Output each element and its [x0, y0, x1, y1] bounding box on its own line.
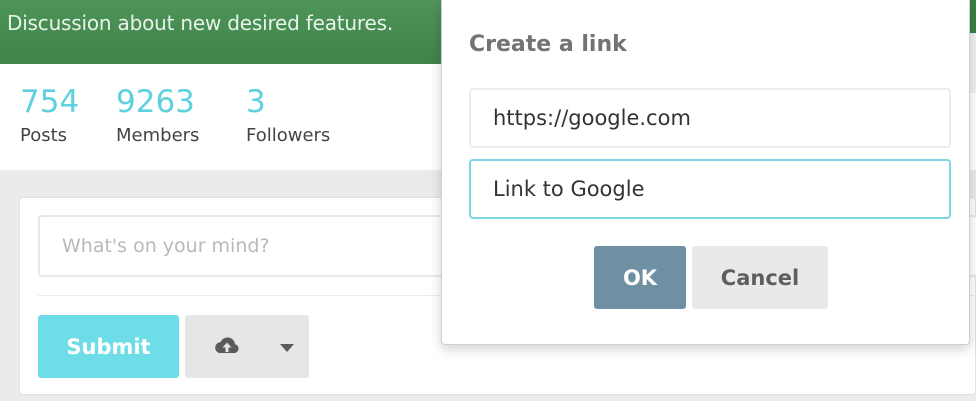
- page: Discussion about new desired features. 7…: [0, 0, 976, 401]
- submit-button[interactable]: Submit: [38, 315, 179, 378]
- ok-button[interactable]: OK: [594, 246, 686, 309]
- forum-description: Discussion about new desired features.: [7, 11, 393, 35]
- cancel-button[interactable]: Cancel: [692, 246, 828, 309]
- stat-followers[interactable]: 3 Followers: [246, 83, 330, 146]
- caret-down-icon[interactable]: [280, 344, 294, 352]
- stat-label: Members: [116, 125, 200, 146]
- link-url-input[interactable]: [469, 88, 951, 148]
- create-link-dialog: Create a link OK Cancel: [441, 0, 970, 345]
- stat-members[interactable]: 9263 Members: [116, 83, 199, 146]
- upload-button-group[interactable]: [185, 315, 309, 378]
- stat-label: Posts: [20, 125, 68, 146]
- stat-label: Followers: [246, 125, 331, 146]
- stat-posts[interactable]: 754 Posts: [20, 83, 79, 146]
- stat-value: 754: [20, 84, 80, 120]
- cloud-upload-icon[interactable]: [213, 335, 241, 357]
- stat-value: 3: [246, 84, 266, 120]
- link-text-input[interactable]: [469, 159, 951, 219]
- stat-value: 9263: [116, 84, 195, 120]
- dialog-title: Create a link: [469, 32, 627, 57]
